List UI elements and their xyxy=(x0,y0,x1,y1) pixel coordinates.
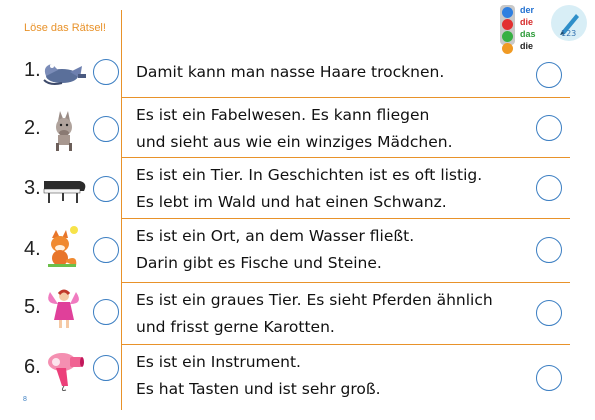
riddle-line-2: Es lebt im Wald und hat einen Schwanz. xyxy=(136,193,447,211)
logo-text: 123 xyxy=(561,29,576,38)
piano-picture xyxy=(40,175,90,211)
riddle-text: Damit kann man nasse Haare trocknen. xyxy=(136,59,526,86)
legend-dot-die xyxy=(502,19,513,30)
answer-circle-left[interactable] xyxy=(93,355,119,381)
answer-circle-right[interactable] xyxy=(536,62,562,88)
row-separator xyxy=(121,157,570,158)
legend-dot-plural xyxy=(502,43,513,54)
riddle-line-2: Darin gibt es Fische und Steine. xyxy=(136,254,382,272)
riddle-text: Es ist ein graues Tier. Es sieht Pferden… xyxy=(136,287,526,341)
riddle-text: Es ist ein Fabelwesen. Es kann fliegen u… xyxy=(136,102,526,156)
row-number: 3. xyxy=(24,177,41,199)
answer-circle-right[interactable] xyxy=(536,365,562,391)
answer-circle-right[interactable] xyxy=(536,115,562,141)
legend-word-die: die xyxy=(520,17,534,27)
riddle-text: Es ist ein Instrument. Es hat Tasten und… xyxy=(136,349,526,403)
legend-dot-das xyxy=(502,31,513,42)
article-legend: der die das die xyxy=(500,5,540,54)
legend-word-das: das xyxy=(520,29,536,39)
row-number: 4. xyxy=(24,238,41,260)
legend-word-der: der xyxy=(520,5,535,15)
row-separator xyxy=(121,218,570,219)
riddle-line-2: Es hat Tasten und ist sehr groß. xyxy=(136,380,381,398)
riddle-line-1: Es ist ein Fabelwesen. Es kann fliegen xyxy=(136,106,430,124)
row-number: 2. xyxy=(24,117,41,139)
row-separator xyxy=(121,282,570,283)
riddle-line-1: Es ist ein Instrument. xyxy=(136,353,301,371)
answer-circle-right[interactable] xyxy=(536,175,562,201)
fairy-picture xyxy=(40,286,90,328)
row-separator xyxy=(121,344,570,345)
pencil-logo-icon: 123 xyxy=(550,4,588,42)
row-number: 1. xyxy=(24,59,41,81)
legend-dot-der xyxy=(502,7,513,18)
riddle-line-1: Es ist ein Tier. In Geschichten ist es o… xyxy=(136,166,483,184)
riddle-line-2: und sieht aus wie ein winziges Mädchen. xyxy=(136,133,453,151)
column-divider xyxy=(121,10,122,410)
page-number: 8 xyxy=(23,396,27,403)
donkey-picture xyxy=(40,107,90,151)
answer-circle-left[interactable] xyxy=(93,59,119,85)
row-number: 5. xyxy=(24,296,41,318)
answer-circle-left[interactable] xyxy=(93,176,119,202)
answer-circle-left[interactable] xyxy=(93,116,119,142)
answer-circle-right[interactable] xyxy=(536,237,562,263)
riddle-line-1: Damit kann man nasse Haare trocknen. xyxy=(136,63,445,81)
page-title: Löse das Rätsel! xyxy=(24,22,106,34)
riddle-text: Es ist ein Tier. In Geschichten ist es o… xyxy=(136,162,526,216)
answer-circle-left[interactable] xyxy=(93,237,119,263)
hair-dryer-picture xyxy=(40,350,90,391)
answer-circle-right[interactable] xyxy=(536,300,562,326)
hair-dryer-dragon-picture xyxy=(40,56,90,92)
riddle-line-1: Es ist ein graues Tier. Es sieht Pferden… xyxy=(136,291,493,309)
row-number: 6. xyxy=(24,356,41,378)
answer-circle-left[interactable] xyxy=(93,299,119,325)
fox-picture xyxy=(40,224,90,267)
riddle-line-2: und frisst gerne Karotten. xyxy=(136,318,335,336)
row-separator xyxy=(121,97,570,98)
riddle-line-1: Es ist ein Ort, an dem Wasser fließt. xyxy=(136,227,415,245)
legend-word-plural: die xyxy=(520,41,534,51)
riddle-text: Es ist ein Ort, an dem Wasser fließt. Da… xyxy=(136,223,526,277)
